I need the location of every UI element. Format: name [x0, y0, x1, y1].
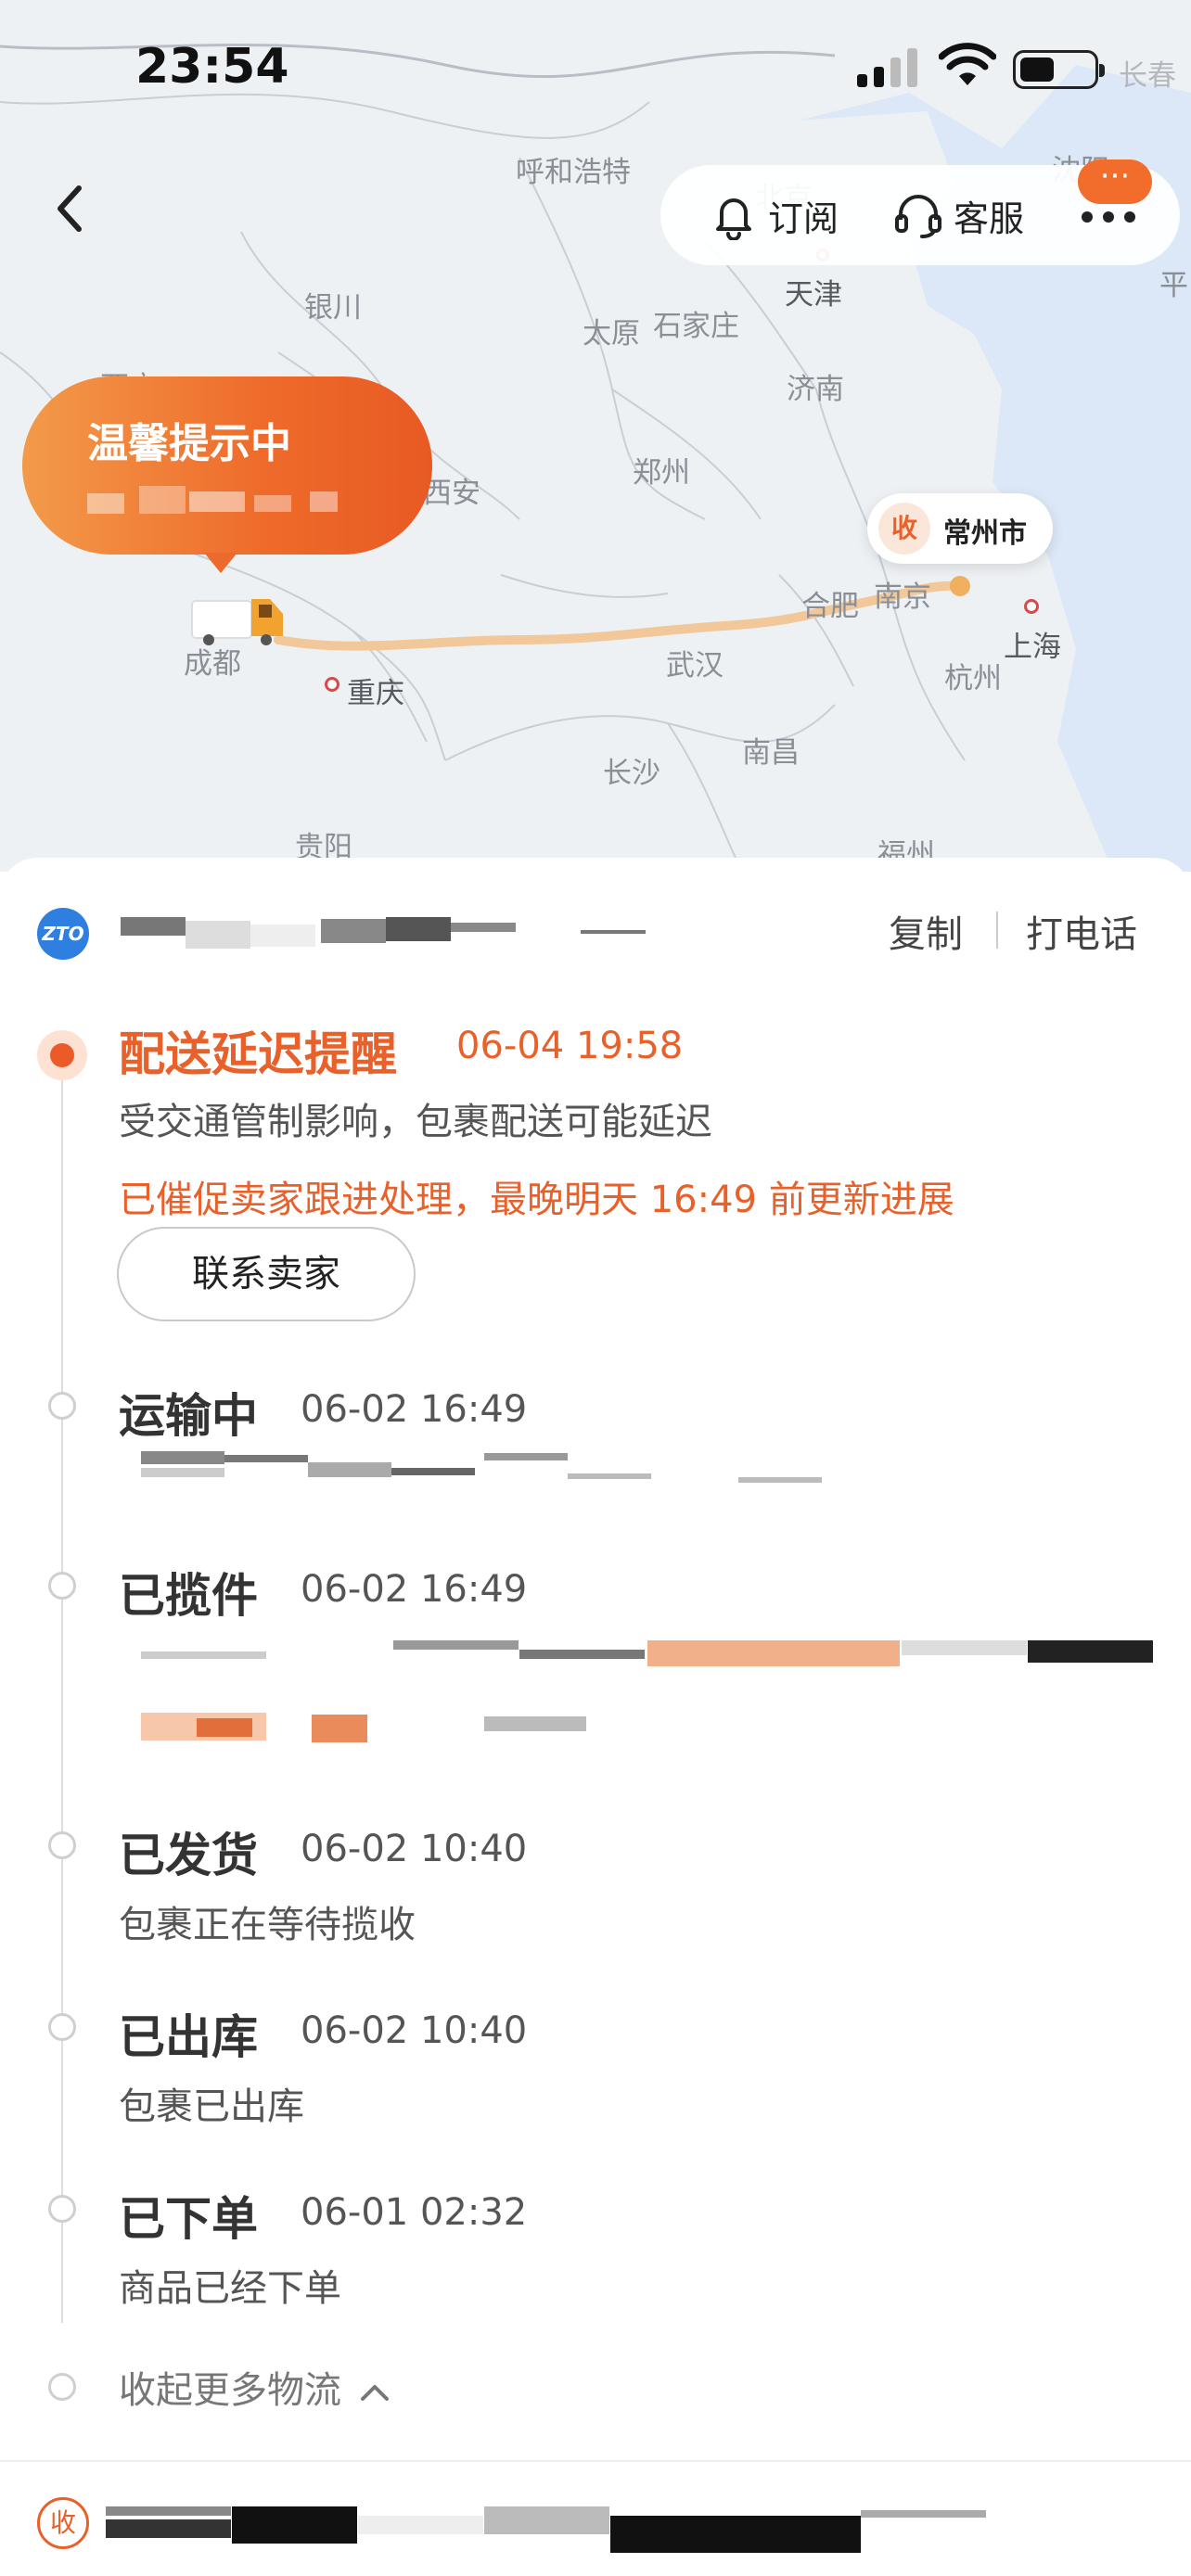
city-label: 南昌: [742, 736, 800, 770]
destination-chip: 收 常州市: [867, 493, 1053, 564]
tip-bubble-title: 温馨提示中: [87, 420, 291, 467]
event-title: 配送延迟提醒: [119, 1027, 397, 1081]
customer-service-button[interactable]: 客服: [892, 190, 1024, 240]
copy-button[interactable]: 复制: [889, 904, 963, 958]
city-label: 郑州: [633, 456, 690, 490]
status-bar: 23:54: [0, 0, 1191, 130]
wifi-icon: [939, 43, 996, 85]
redacted-tracking-number: [121, 910, 649, 956]
cellular-signal-icon: [857, 48, 917, 87]
logistics-card: ZTO 复制 打电话 配送延迟提醒 06-04 19:58 受交通管制影响，包裹…: [0, 858, 1191, 2576]
redacted-text: [141, 1640, 1153, 1752]
event-desc: 包裹正在等待揽收: [119, 1904, 416, 1946]
receive-badge: 收: [878, 503, 930, 555]
city-label: 天津: [785, 278, 842, 312]
status-time: 23:54: [135, 39, 289, 95]
city-label: 合肥: [801, 590, 859, 623]
headset-icon: [895, 195, 941, 238]
city-label: 成都: [184, 647, 241, 681]
back-icon: [58, 185, 82, 232]
event-note: 已催促卖家跟进处理，最晚明天 16:49 前更新进展: [119, 1179, 954, 1221]
tip-bubble[interactable]: 温馨提示中: [22, 376, 432, 555]
collapse-label: 收起更多物流: [119, 2369, 341, 2412]
timeline-line: [61, 1071, 63, 2323]
city-label: 南京: [874, 580, 931, 614]
city-label: 上海: [1004, 631, 1061, 664]
event-time: 06-02 10:40: [301, 1828, 528, 1870]
message-badge[interactable]: ···: [1078, 159, 1152, 204]
subscribe-button[interactable]: 订阅: [709, 190, 839, 240]
timeline-dot: [48, 1831, 76, 1859]
redacted-text: [87, 486, 347, 519]
customer-service-label: 客服: [954, 198, 1025, 239]
city-label: 武汉: [666, 649, 724, 682]
redacted-address: [106, 2506, 1098, 2562]
city-label: 济南: [787, 373, 844, 406]
timeline-dot: [48, 2373, 76, 2401]
city-marker: [1024, 599, 1039, 614]
redacted-text: [141, 1451, 827, 1488]
event-title: 运输中: [119, 1389, 258, 1443]
bell-icon: [716, 198, 751, 240]
truck-icon: [191, 599, 283, 645]
event-title: 已出库: [119, 2010, 258, 2064]
event-desc: 包裹已出库: [119, 2085, 304, 2128]
event-desc: 受交通管制影响，包裹配送可能延迟: [119, 1101, 712, 1143]
city-label: 石家庄: [653, 310, 739, 343]
event-time: 06-04 19:58: [456, 1025, 684, 1067]
timeline-dot: [48, 1572, 76, 1600]
chevron-up-icon: [360, 2385, 389, 2401]
call-button[interactable]: 打电话: [1026, 904, 1137, 958]
timeline-dot: [48, 1392, 76, 1420]
event-time: 06-02 16:49: [301, 1568, 528, 1611]
event-title: 已揽件: [119, 1569, 258, 1623]
carrier-logo: ZTO: [37, 908, 89, 960]
event-title: 已下单: [119, 2192, 258, 2246]
city-label: 平: [1159, 269, 1188, 302]
city-label: 杭州: [944, 662, 1002, 695]
divider: [996, 912, 998, 949]
city-label: 重庆: [347, 677, 404, 710]
subscribe-label: 订阅: [768, 198, 839, 239]
contact-seller-button[interactable]: 联系卖家: [117, 1227, 416, 1321]
tip-bubble-tail: [204, 553, 237, 573]
city-marker: [325, 677, 339, 692]
receiver-badge: 收: [37, 2497, 89, 2549]
section-divider: [0, 2460, 1191, 2462]
timeline-dot: [48, 2195, 76, 2223]
event-time: 06-01 02:32: [301, 2191, 528, 2234]
city-label: 太原: [583, 317, 640, 351]
city-label: 银川: [304, 291, 362, 325]
event-desc: 商品已经下单: [119, 2267, 341, 2310]
timeline-dot-active: [37, 1030, 87, 1080]
timeline-dot: [48, 2013, 76, 2041]
event-title: 已发货: [119, 1829, 258, 1882]
event-time: 06-02 10:40: [301, 2009, 528, 2052]
city-label: 长沙: [603, 757, 660, 790]
destination-point: [950, 576, 970, 596]
battery-icon: [1013, 50, 1105, 89]
city-label: 呼和浩特: [516, 156, 631, 189]
event-time: 06-02 16:49: [301, 1388, 528, 1431]
back-button[interactable]: [37, 176, 102, 241]
collapse-logistics-button[interactable]: 收起更多物流: [119, 2360, 391, 2414]
destination-city: 常州市: [943, 517, 1027, 550]
